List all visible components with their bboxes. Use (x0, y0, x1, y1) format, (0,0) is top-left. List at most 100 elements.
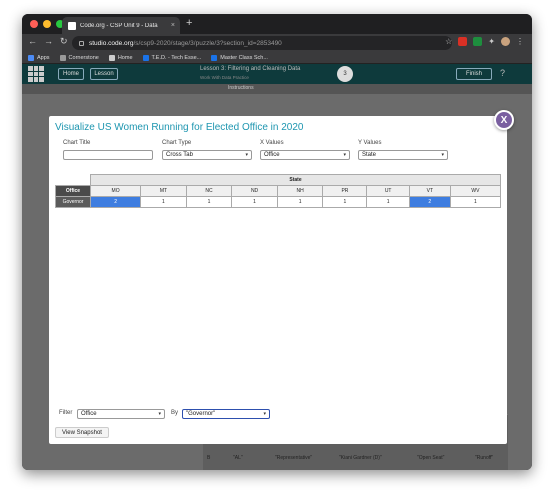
close-window-button[interactable] (30, 20, 38, 28)
chevron-down-icon: ▾ (245, 152, 248, 158)
table-cell: 2 (89, 196, 142, 208)
page-content: Home Lesson Lesson 3: Filtering and Clea… (22, 64, 532, 470)
bookmark-item[interactable]: Master Class Sch... (211, 54, 268, 61)
address-bar[interactable]: studio.code.org/s/csp9-2020/stage/3/puzz… (72, 36, 452, 50)
column-header: VT (408, 185, 451, 197)
table-cell: 1 (322, 196, 368, 208)
column-header: MO (89, 185, 142, 197)
column-header: MT (140, 185, 187, 197)
bookmarks-bar: Apps Cornerstone Home T.E.D. - Tech Esse… (22, 52, 532, 64)
browser-window: Code.org - CSP Unit 9 - Data × + ← → ↻ s… (22, 14, 532, 470)
address-row: ← → ↻ studio.code.org/s/csp9-2020/stage/… (22, 34, 532, 52)
finish-button[interactable]: Finish (456, 68, 492, 80)
row-label: Governor (55, 196, 91, 208)
tab-close-icon[interactable]: × (171, 22, 175, 29)
table-header-row: State (55, 174, 501, 186)
extension-icon[interactable] (473, 37, 483, 46)
minimize-window-button[interactable] (43, 20, 51, 28)
url-path: /s/csp9-2020/stage/3/puzzle/3?section_id… (133, 39, 282, 47)
column-header: ND (231, 185, 278, 197)
y-values-select[interactable]: State ▾ (358, 150, 448, 160)
y-values-label: Y Values (358, 140, 382, 146)
folder-icon (59, 54, 66, 61)
lesson-button[interactable]: Lesson (90, 68, 118, 80)
chart-type-select[interactable]: Cross Tab ▾ (162, 150, 252, 160)
apps-icon (28, 54, 34, 61)
bookmark-label: Cornerstone (68, 54, 99, 61)
table-cell: 1 (185, 196, 233, 208)
column-header: NH (276, 185, 324, 197)
chevron-down-icon: ▾ (158, 411, 161, 417)
tab-title: Code.org - CSP Unit 9 - Data (80, 22, 158, 29)
new-tab-button[interactable]: + (186, 17, 192, 29)
home-button[interactable]: Home (58, 68, 84, 80)
chart-title-input[interactable] (63, 150, 153, 160)
browser-tab[interactable]: Code.org - CSP Unit 9 - Data × (62, 17, 180, 34)
code-org-favicon-icon (68, 21, 76, 30)
back-icon[interactable]: ← (28, 36, 37, 47)
code-org-header: Home Lesson Lesson 3: Filtering and Clea… (22, 64, 532, 84)
lock-icon (79, 40, 84, 46)
table-column-row: Office MO MT NC ND NH PR UT VT WV (55, 185, 502, 197)
bookmark-label: Apps (37, 54, 50, 61)
chevron-down-icon: ▾ (441, 152, 444, 158)
state-group-header: State (90, 174, 501, 186)
chart-title-label: Chart Title (63, 140, 91, 146)
bookmark-item[interactable]: T.E.D. - Tech Esse... (142, 54, 201, 61)
filter-label: Filter (59, 410, 73, 416)
background-cell: "Kiani Gardner (D)" (339, 455, 382, 461)
bookmark-label: Master Class Sch... (220, 54, 268, 61)
column-header: UT (366, 185, 410, 197)
level-bubble[interactable]: 3 (337, 66, 353, 82)
table-row: Governor 2 1 1 1 1 1 1 2 1 (55, 196, 502, 208)
doc-icon (142, 54, 149, 61)
bookmark-item[interactable]: Apps (28, 54, 50, 61)
y-values-value: State (362, 152, 377, 158)
table-cell: 1 (449, 196, 502, 208)
url-text: studio.code.org/s/csp9-2020/stage/3/puzz… (89, 40, 282, 47)
tab-bar: Code.org - CSP Unit 9 - Data × + (22, 14, 532, 34)
x-values-label: X Values (260, 140, 284, 146)
view-snapshot-button[interactable]: View Snapshot (55, 427, 109, 438)
x-values-value: Office (264, 152, 280, 158)
help-icon[interactable]: ? (500, 68, 505, 78)
office-header: Office (55, 185, 91, 197)
bookmark-label: Home (117, 54, 133, 61)
filter-select[interactable]: Office ▾ (77, 409, 165, 419)
bookmark-item[interactable]: Cornerstone (59, 54, 99, 61)
reload-icon[interactable]: ↻ (60, 36, 68, 47)
instructions-tab[interactable]: Instructions (228, 85, 254, 91)
menu-dots-icon[interactable]: ⋮ (516, 37, 524, 46)
chevron-down-icon: ▾ (263, 411, 266, 417)
by-label: By (171, 410, 179, 416)
cross-tab-table: State Office MO MT NC ND NH PR UT VT WV … (55, 174, 502, 208)
modal-title: Visualize US Women Running for Elected O… (55, 122, 304, 133)
doc-icon (211, 54, 218, 61)
by-select[interactable]: "Governor" ▾ (182, 409, 270, 419)
background-cell: "AL" (233, 455, 243, 461)
table-cell: 1 (231, 196, 278, 208)
sub-toolbar: Instructions (22, 84, 532, 94)
forward-icon[interactable]: → (44, 36, 53, 47)
star-icon[interactable]: ☆ (445, 37, 452, 46)
toolbar-extensions: ☆ ✦ ⋮ (445, 37, 524, 46)
extension-icon[interactable] (458, 37, 468, 46)
lesson-title: Lesson 3: Filtering and Cleaning Data (200, 66, 301, 72)
code-org-logo-icon[interactable] (28, 66, 44, 82)
visualizer-modal: Visualize US Women Running for Elected O… (49, 116, 507, 444)
close-modal-button[interactable]: X (494, 110, 514, 130)
profile-avatar[interactable] (501, 37, 510, 46)
x-values-select[interactable]: Office ▾ (260, 150, 350, 160)
filter-value: Office (81, 411, 97, 417)
column-header: NC (185, 185, 233, 197)
lesson-subtitle: Work With Data Practice (200, 75, 249, 80)
bookmark-item[interactable]: Home (108, 54, 133, 61)
puzzle-extensions-icon[interactable]: ✦ (488, 37, 495, 46)
home-icon (108, 54, 115, 61)
table-cell: 1 (366, 196, 410, 208)
column-header: WV (449, 185, 502, 197)
table-corner (55, 174, 91, 186)
chart-type-label: Chart Type (162, 140, 192, 146)
background-cell: B (207, 455, 211, 461)
by-value: "Governor" (186, 411, 216, 417)
